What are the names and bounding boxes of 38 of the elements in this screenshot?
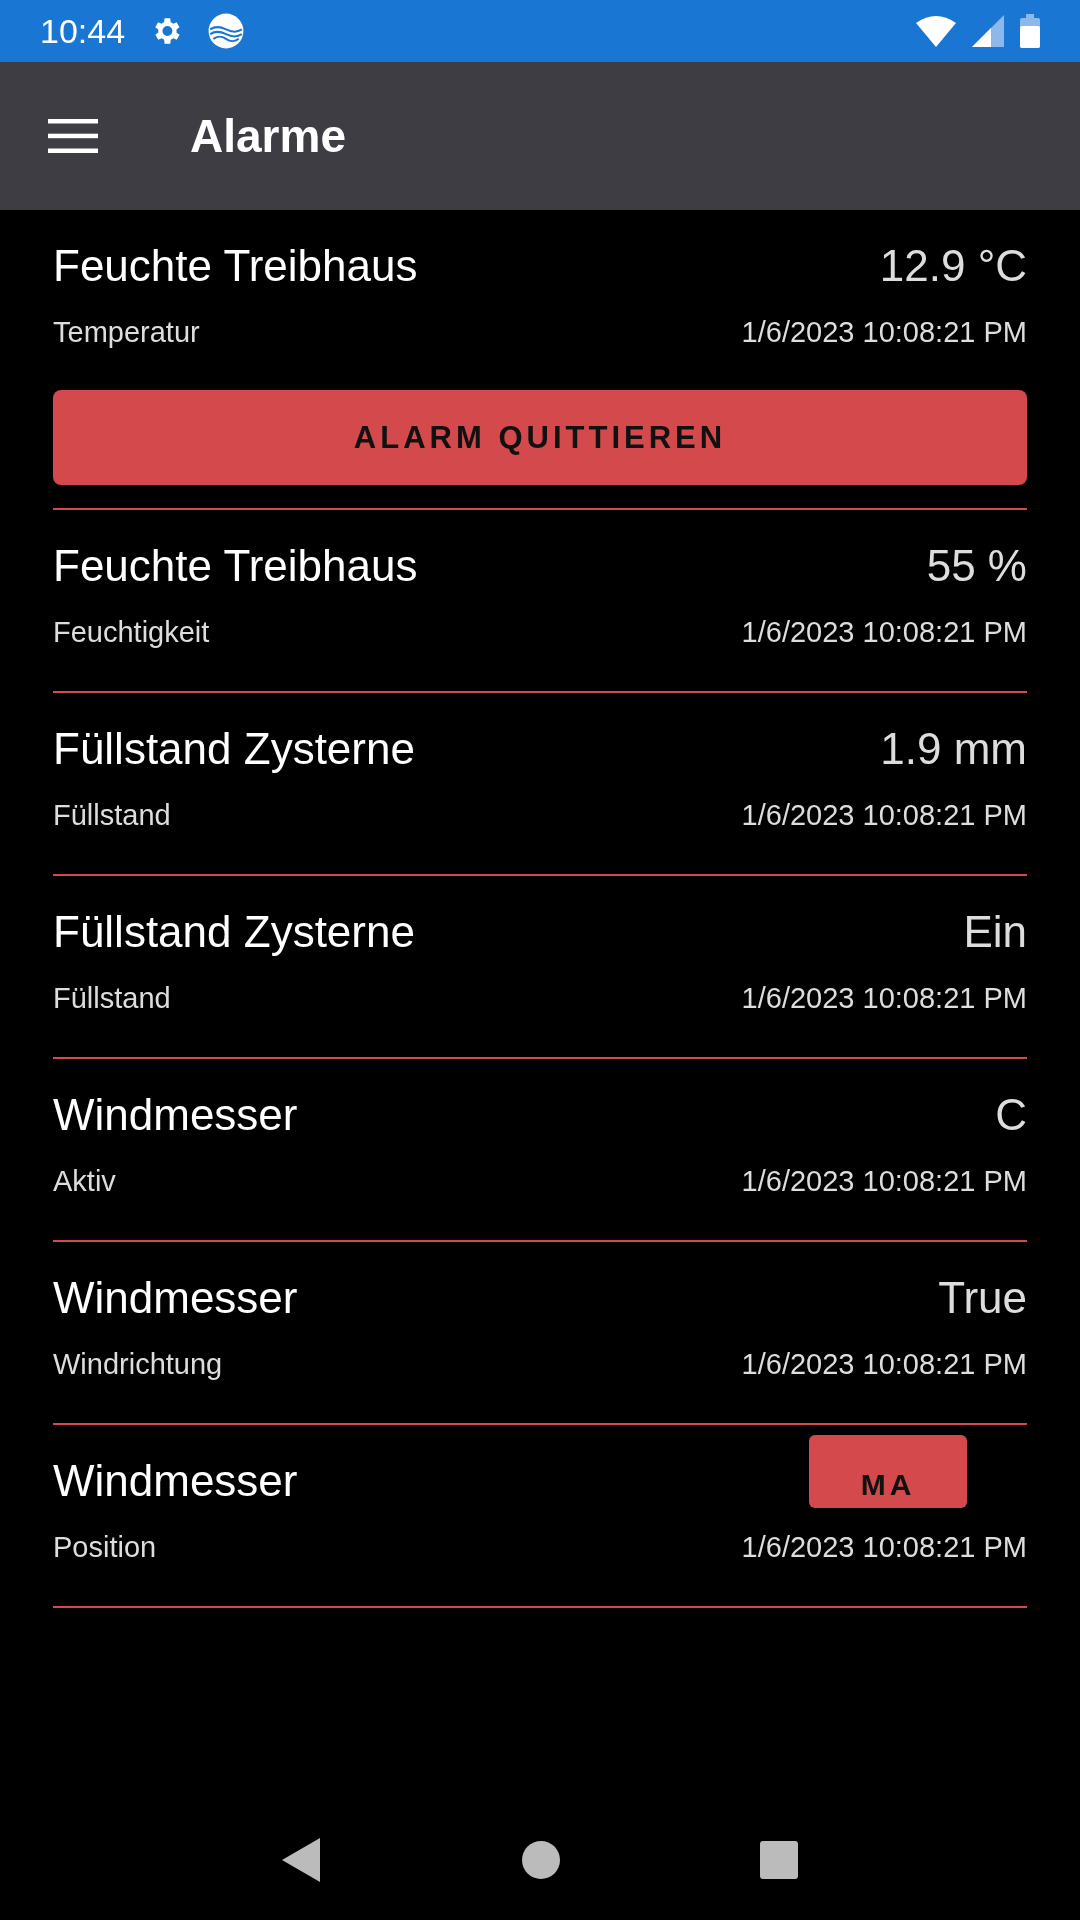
alarm-value: True — [938, 1272, 1027, 1324]
alarm-value: 55 % — [926, 540, 1027, 592]
battery-icon — [1020, 14, 1040, 48]
app-logo-icon — [207, 12, 246, 50]
signal-icon — [972, 15, 1004, 47]
alarm-value: 12.9 °C — [879, 240, 1027, 292]
alarm-value: C — [995, 1089, 1027, 1141]
alarm-timestamp: 1/6/2023 10:08:21 PM — [741, 1346, 1027, 1382]
menu-icon[interactable] — [48, 119, 98, 153]
screen-title: Alarme — [190, 108, 346, 164]
alarm-timestamp: 1/6/2023 10:08:21 PM — [741, 614, 1027, 650]
alarm-type: Feuchtigkeit — [53, 614, 210, 650]
alarm-type: Aktiv — [53, 1163, 116, 1199]
alarm-type: Position — [53, 1529, 157, 1565]
alarm-value: Ein — [963, 906, 1027, 958]
alarm-timestamp: 1/6/2023 10:08:21 PM — [741, 1163, 1027, 1199]
alarm-name: Windmesser — [53, 1089, 298, 1141]
alarm-type: Windrichtung — [53, 1346, 223, 1382]
alarm-name: Füllstand Zysterne — [53, 723, 415, 775]
acknowledge-button[interactable]: ALARM QUITTIEREN — [53, 390, 1027, 486]
wifi-icon — [916, 15, 956, 47]
home-icon[interactable] — [522, 1841, 560, 1879]
alarm-type: Füllstand — [53, 980, 171, 1016]
alarm-timestamp: 1/6/2023 10:08:21 PM — [741, 797, 1027, 833]
alarm-type: Füllstand — [53, 797, 171, 833]
alarm-timestamp: 1/6/2023 10:08:21 PM — [741, 980, 1027, 1016]
alarm-timestamp: 1/6/2023 10:08:21 PM — [741, 314, 1027, 350]
back-icon[interactable] — [282, 1838, 322, 1882]
alarm-name: Feuchte Treibhaus — [53, 540, 418, 592]
alarm-value: 1.9 mm — [880, 723, 1027, 775]
alarm-name: Füllstand Zysterne — [53, 906, 415, 958]
alarm-name: Windmesser — [53, 1272, 298, 1324]
clock: 10:44 — [40, 10, 126, 52]
action-button[interactable]: MA — [809, 1435, 967, 1508]
alarm-timestamp: 1/6/2023 10:08:21 PM — [741, 1529, 1027, 1565]
alarm-name: Windmesser — [53, 1455, 298, 1507]
alarm-type: Temperatur — [53, 314, 200, 350]
alarm-name: Feuchte Treibhaus — [53, 240, 418, 292]
